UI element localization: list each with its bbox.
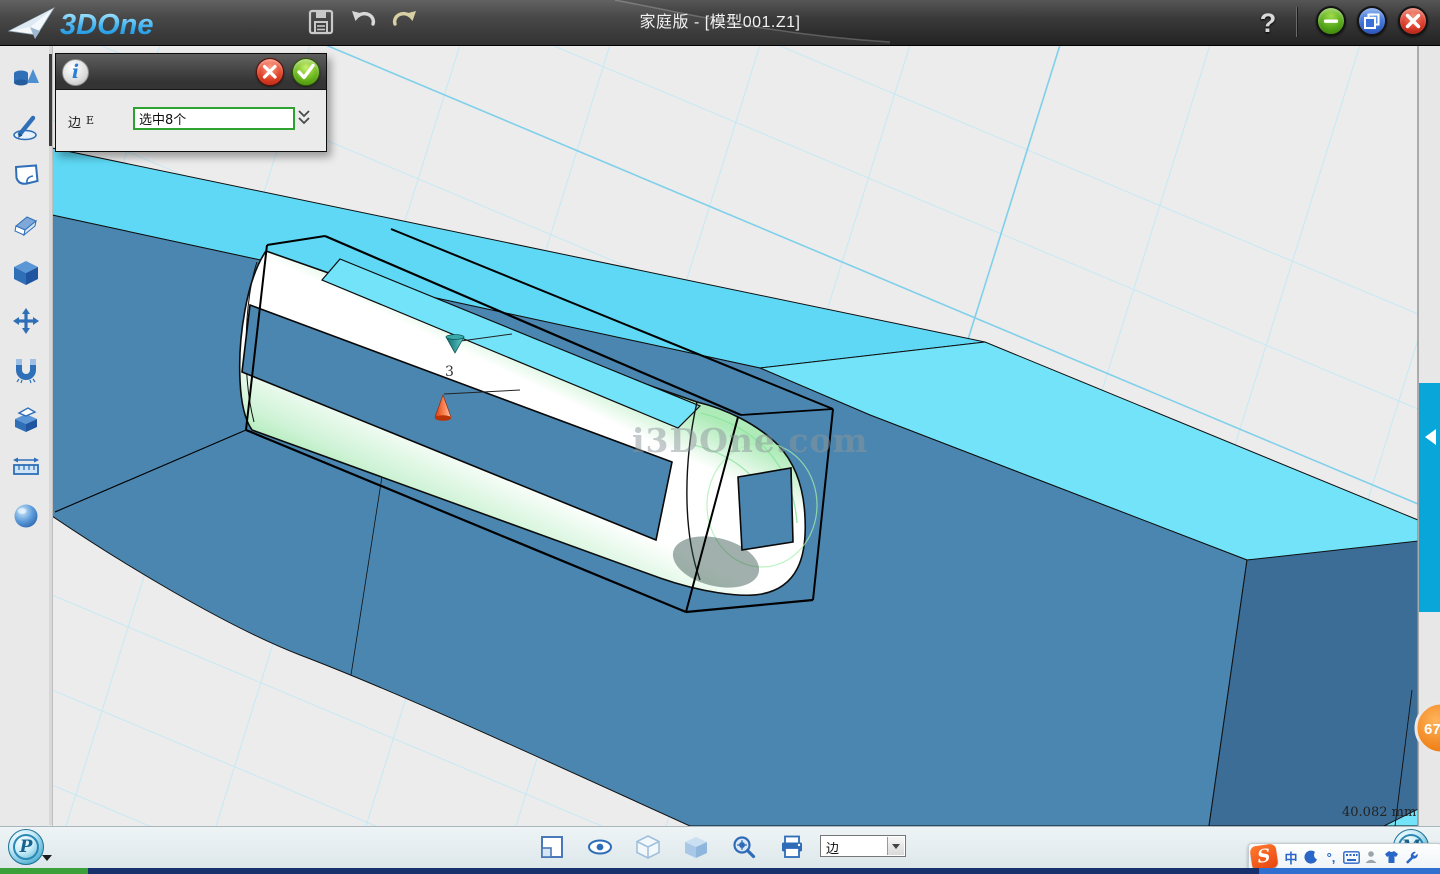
magnet-icon[interactable] — [8, 352, 44, 388]
visibility-eye-icon[interactable] — [587, 834, 613, 860]
selection-dialog: i 边 E — [55, 53, 327, 152]
cancel-button[interactable] — [256, 58, 284, 86]
confirm-button[interactable] — [292, 58, 320, 86]
viewport-3d[interactable]: 3 i3DOne.com 40.082 mm 67 — [52, 45, 1440, 826]
wireframe-cube-icon[interactable] — [635, 834, 661, 860]
ime-toolbar: S 中 °, — [1248, 843, 1440, 871]
wrench-icon[interactable] — [1401, 846, 1421, 868]
app-name: 3DOne — [60, 9, 153, 41]
profile-button-left[interactable]: P — [8, 829, 44, 865]
chinese-mode-label[interactable]: 中 — [1281, 846, 1301, 868]
window-title: 家庭版 - [模型001.Z1] — [640, 0, 801, 45]
dialog-body: 边 E — [56, 90, 326, 151]
measurement-label: 40.082 mm — [1342, 805, 1416, 820]
assistant-badge-count: 67 — [1424, 721, 1440, 738]
title-bar: 3DOne 家庭版 - [模型001.Z1] ? — [0, 0, 1440, 46]
primitive-shapes-icon[interactable] — [8, 60, 44, 96]
sidebar-scrollbar-thumb[interactable] — [49, 54, 52, 146]
left-toolbar — [0, 45, 53, 826]
move-arrows-icon[interactable] — [8, 303, 44, 339]
measure-icon[interactable] — [8, 449, 44, 485]
taskbar-segment-navy — [88, 868, 1259, 874]
feature-cube-icon[interactable] — [8, 255, 44, 291]
offset-handle-base[interactable] — [446, 335, 464, 340]
selection-input[interactable] — [133, 107, 295, 130]
undo-icon[interactable] — [348, 7, 378, 37]
punctuation-icon[interactable]: °, — [1321, 846, 1341, 868]
redo-icon[interactable] — [390, 7, 420, 37]
shaded-cube-icon[interactable] — [683, 834, 709, 860]
material-sphere-icon[interactable] — [8, 498, 44, 534]
taskbar-segment-blue — [1259, 868, 1440, 874]
taskbar-segment-green — [0, 868, 88, 874]
handle-value-label: 3 — [445, 364, 454, 380]
help-button[interactable]: ? — [1255, 4, 1281, 40]
watermark: i3DOne.com — [632, 421, 868, 460]
eraser-icon[interactable] — [8, 206, 44, 242]
model-end-opening — [738, 468, 793, 550]
combine-box-icon[interactable] — [8, 401, 44, 437]
taskbar-strip — [0, 868, 1440, 874]
zoom-settings-icon[interactable] — [731, 834, 757, 860]
save-icon[interactable] — [306, 7, 336, 37]
paper-plane-icon — [6, 3, 58, 43]
close-button[interactable] — [1398, 6, 1428, 36]
titlebar-separator — [1296, 7, 1297, 37]
moon-icon[interactable] — [1301, 846, 1321, 868]
field-label: 边 — [68, 112, 81, 131]
display-mode-value: 边 — [826, 838, 839, 857]
user-icon[interactable] — [1361, 846, 1381, 868]
field-key-label: E — [86, 114, 94, 127]
bottom-toolbar: P — [0, 826, 1440, 868]
info-icon: i — [62, 59, 89, 86]
app-logo: 3DOne — [6, 3, 196, 43]
sogou-logo-icon[interactable]: S — [1249, 843, 1278, 870]
arrow-cone-base[interactable] — [435, 415, 451, 421]
double-chevron-down-icon[interactable] — [296, 108, 312, 128]
keyboard-icon[interactable] — [1341, 846, 1361, 868]
display-mode-dropdown[interactable]: 边 — [820, 835, 906, 857]
sidebar-scrollbar[interactable] — [49, 46, 52, 825]
profile-letter: P — [13, 834, 39, 860]
profile-caret-icon[interactable] — [42, 855, 52, 861]
dialog-header[interactable]: i — [56, 54, 326, 90]
dropdown-arrow-icon[interactable] — [887, 837, 904, 855]
side-panel-tab[interactable] — [1419, 383, 1440, 612]
print-icon[interactable] — [779, 834, 805, 860]
view-corner-icon[interactable] — [539, 834, 565, 860]
sketch-plane-icon[interactable] — [8, 157, 44, 193]
minimize-button[interactable] — [1316, 6, 1346, 36]
restore-button[interactable] — [1357, 6, 1387, 36]
skin-shirt-icon[interactable] — [1381, 846, 1401, 868]
sketch-pen-icon[interactable] — [8, 109, 44, 145]
application-window: 3DOne 家庭版 - [模型001.Z1] ? — [0, 0, 1440, 874]
